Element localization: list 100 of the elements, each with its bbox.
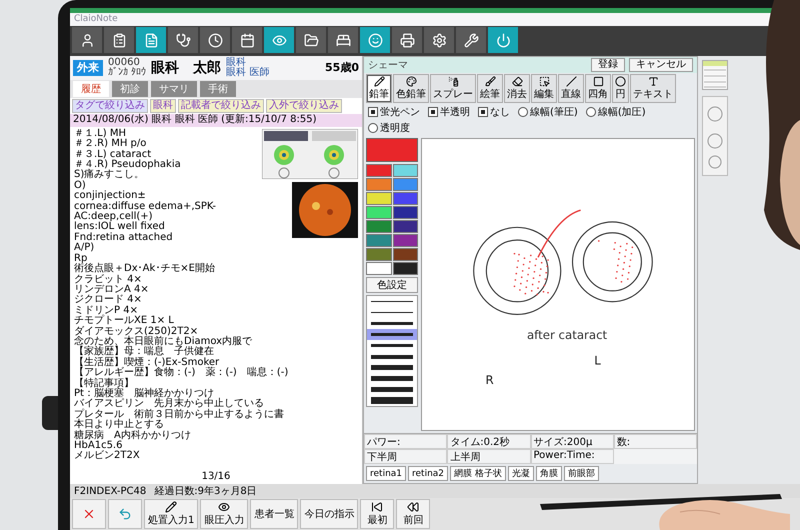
color-swatch[interactable] bbox=[366, 206, 392, 219]
radio-option[interactable]: 透明度 bbox=[368, 121, 410, 135]
action-button[interactable]: 最初 bbox=[360, 499, 394, 529]
calendar-icon bbox=[702, 60, 728, 90]
color-swatch[interactable] bbox=[366, 178, 392, 191]
drawing-tool[interactable]: スプレー bbox=[430, 74, 476, 103]
color-swatch[interactable] bbox=[366, 234, 392, 247]
filter-dropdown[interactable]: 記載者で絞り込み bbox=[178, 99, 264, 114]
preset-button[interactable]: 光凝 bbox=[508, 466, 534, 481]
toolbar-button[interactable] bbox=[392, 27, 422, 53]
preset-button[interactable]: 前眼部 bbox=[564, 466, 599, 481]
drawing-tool[interactable]: テキスト bbox=[630, 74, 676, 103]
record-tab[interactable]: 履歴 bbox=[73, 81, 109, 97]
color-swatch[interactable] bbox=[392, 234, 418, 247]
action-button[interactable]: 前回 bbox=[396, 499, 430, 529]
undo-icon bbox=[118, 507, 132, 521]
note-line: メルビン2T2X bbox=[74, 451, 141, 462]
note-line: 【生活歴】喫煙：(-)Ex-Smoker bbox=[74, 358, 220, 368]
patient-id: 00060 bbox=[108, 58, 141, 68]
preset-button[interactable]: retina2 bbox=[408, 466, 448, 481]
note-line: バイアスピリン 先月末から中止している bbox=[74, 399, 265, 410]
color-swatch[interactable] bbox=[392, 164, 418, 177]
color-swatch[interactable] bbox=[392, 262, 418, 275]
color-swatch[interactable] bbox=[366, 220, 392, 233]
toolbar-button[interactable] bbox=[72, 27, 102, 53]
text-icon bbox=[648, 76, 658, 87]
dialog-title: シェーマ bbox=[368, 59, 408, 72]
clock-icon bbox=[208, 32, 222, 48]
filter-dropdown[interactable]: 入外で絞り込み bbox=[266, 99, 342, 114]
checkbox-option[interactable]: 半透明 bbox=[428, 105, 470, 119]
color-swatch[interactable] bbox=[366, 164, 392, 177]
toolbar-button[interactable] bbox=[328, 27, 358, 53]
dialog-button[interactable]: 登録 bbox=[591, 58, 625, 72]
action-button[interactable]: 眼圧入力 bbox=[200, 499, 248, 529]
action-button[interactable]: 今日の指示 bbox=[300, 499, 358, 529]
toolbar-button[interactable] bbox=[424, 27, 454, 53]
drawing-tool[interactable]: 鉛筆 bbox=[366, 74, 392, 103]
current-color bbox=[366, 138, 418, 162]
toolbar-button[interactable] bbox=[488, 27, 518, 53]
terminal-name: F2INDEX-PC48 bbox=[74, 486, 146, 496]
filter-dropdown[interactable]: 眼科 bbox=[150, 99, 176, 114]
color-swatch[interactable] bbox=[392, 206, 418, 219]
preset-button[interactable]: 角膜 bbox=[536, 466, 562, 481]
toolbar-button[interactable] bbox=[360, 27, 390, 53]
drawing-tool[interactable]: 直線 bbox=[558, 74, 584, 103]
toolbar-button[interactable] bbox=[232, 27, 262, 53]
radio-option[interactable]: 線幅(筆圧) bbox=[518, 105, 578, 119]
action-button[interactable]: 処置入力1 bbox=[144, 499, 198, 529]
color-swatch[interactable] bbox=[392, 220, 418, 233]
toolbar-button[interactable] bbox=[136, 27, 166, 53]
document-icon bbox=[144, 32, 158, 48]
color-swatch[interactable] bbox=[366, 192, 392, 205]
drawing-tool[interactable]: 絵筆 bbox=[477, 74, 503, 103]
entry-header: 2014/08/06(水) 眼科 眼科 医師 (更新:15/10/7 8:55) bbox=[70, 114, 362, 127]
note-line: A/P) bbox=[74, 243, 96, 254]
pen-icon bbox=[165, 501, 178, 513]
drawing-tool[interactable]: 四角 bbox=[585, 74, 611, 103]
visit-badge: 外来 bbox=[73, 60, 103, 76]
line-width-option[interactable] bbox=[367, 329, 417, 340]
cancel-button[interactable] bbox=[72, 499, 106, 529]
toolbar-button[interactable] bbox=[456, 27, 486, 53]
action-button[interactable]: 患者一覧 bbox=[250, 499, 298, 529]
drawing-canvas[interactable]: after cataract R L bbox=[421, 138, 695, 431]
stethoscope-icon bbox=[176, 32, 190, 48]
checkbox-option[interactable]: 蛍光ペン bbox=[368, 105, 420, 119]
toolbar-button[interactable] bbox=[200, 27, 230, 53]
toolbar-button[interactable] bbox=[104, 27, 134, 53]
filter-dropdown[interactable]: タグで絞り込み bbox=[72, 99, 148, 114]
close-icon bbox=[82, 507, 96, 521]
department: 眼科 bbox=[226, 58, 248, 68]
note-line: 本日より中止とする bbox=[74, 420, 165, 430]
patient-age: 55歳0 bbox=[325, 62, 359, 74]
drawing-tool[interactable]: 色鉛筆 bbox=[393, 74, 429, 103]
color-swatch[interactable] bbox=[392, 178, 418, 191]
checkbox-option[interactable]: なし bbox=[478, 105, 510, 119]
radio-option[interactable]: 線幅(加圧) bbox=[586, 105, 646, 119]
note-line: S)痛みすこし。 bbox=[74, 170, 144, 180]
note-line: O) bbox=[74, 180, 86, 191]
drawing-tool[interactable]: 編集 bbox=[531, 74, 557, 103]
note-line: チモプトールXE 1× L bbox=[74, 316, 174, 326]
color-swatch[interactable] bbox=[366, 248, 392, 261]
eye-icon bbox=[272, 32, 286, 48]
color-settings-button[interactable]: 色設定 bbox=[366, 277, 418, 293]
toolbar-button[interactable] bbox=[168, 27, 198, 53]
toolbar-button[interactable] bbox=[264, 27, 294, 53]
color-swatch[interactable] bbox=[392, 248, 418, 261]
color-swatch[interactable] bbox=[366, 262, 392, 275]
drawing-tool[interactable]: 消去 bbox=[504, 74, 530, 103]
undo-button[interactable] bbox=[108, 499, 142, 529]
spray-can-icon bbox=[448, 76, 458, 87]
preset-button[interactable]: retina1 bbox=[366, 466, 406, 481]
note-line: ジクロード 4× bbox=[74, 295, 143, 306]
dialog-button[interactable]: キャンセル bbox=[629, 58, 693, 72]
note-line: 術後点眼＋Dx･Ak･チモ×E開始 bbox=[74, 264, 216, 274]
brush-icon bbox=[484, 76, 496, 87]
laser-setting: サイズ:200μ bbox=[530, 434, 614, 449]
color-swatch[interactable] bbox=[392, 192, 418, 205]
toolbar-button[interactable] bbox=[296, 27, 326, 53]
drawing-tool[interactable]: 円 bbox=[612, 74, 629, 103]
preset-button[interactable]: 網膜 格子状 bbox=[450, 466, 506, 481]
